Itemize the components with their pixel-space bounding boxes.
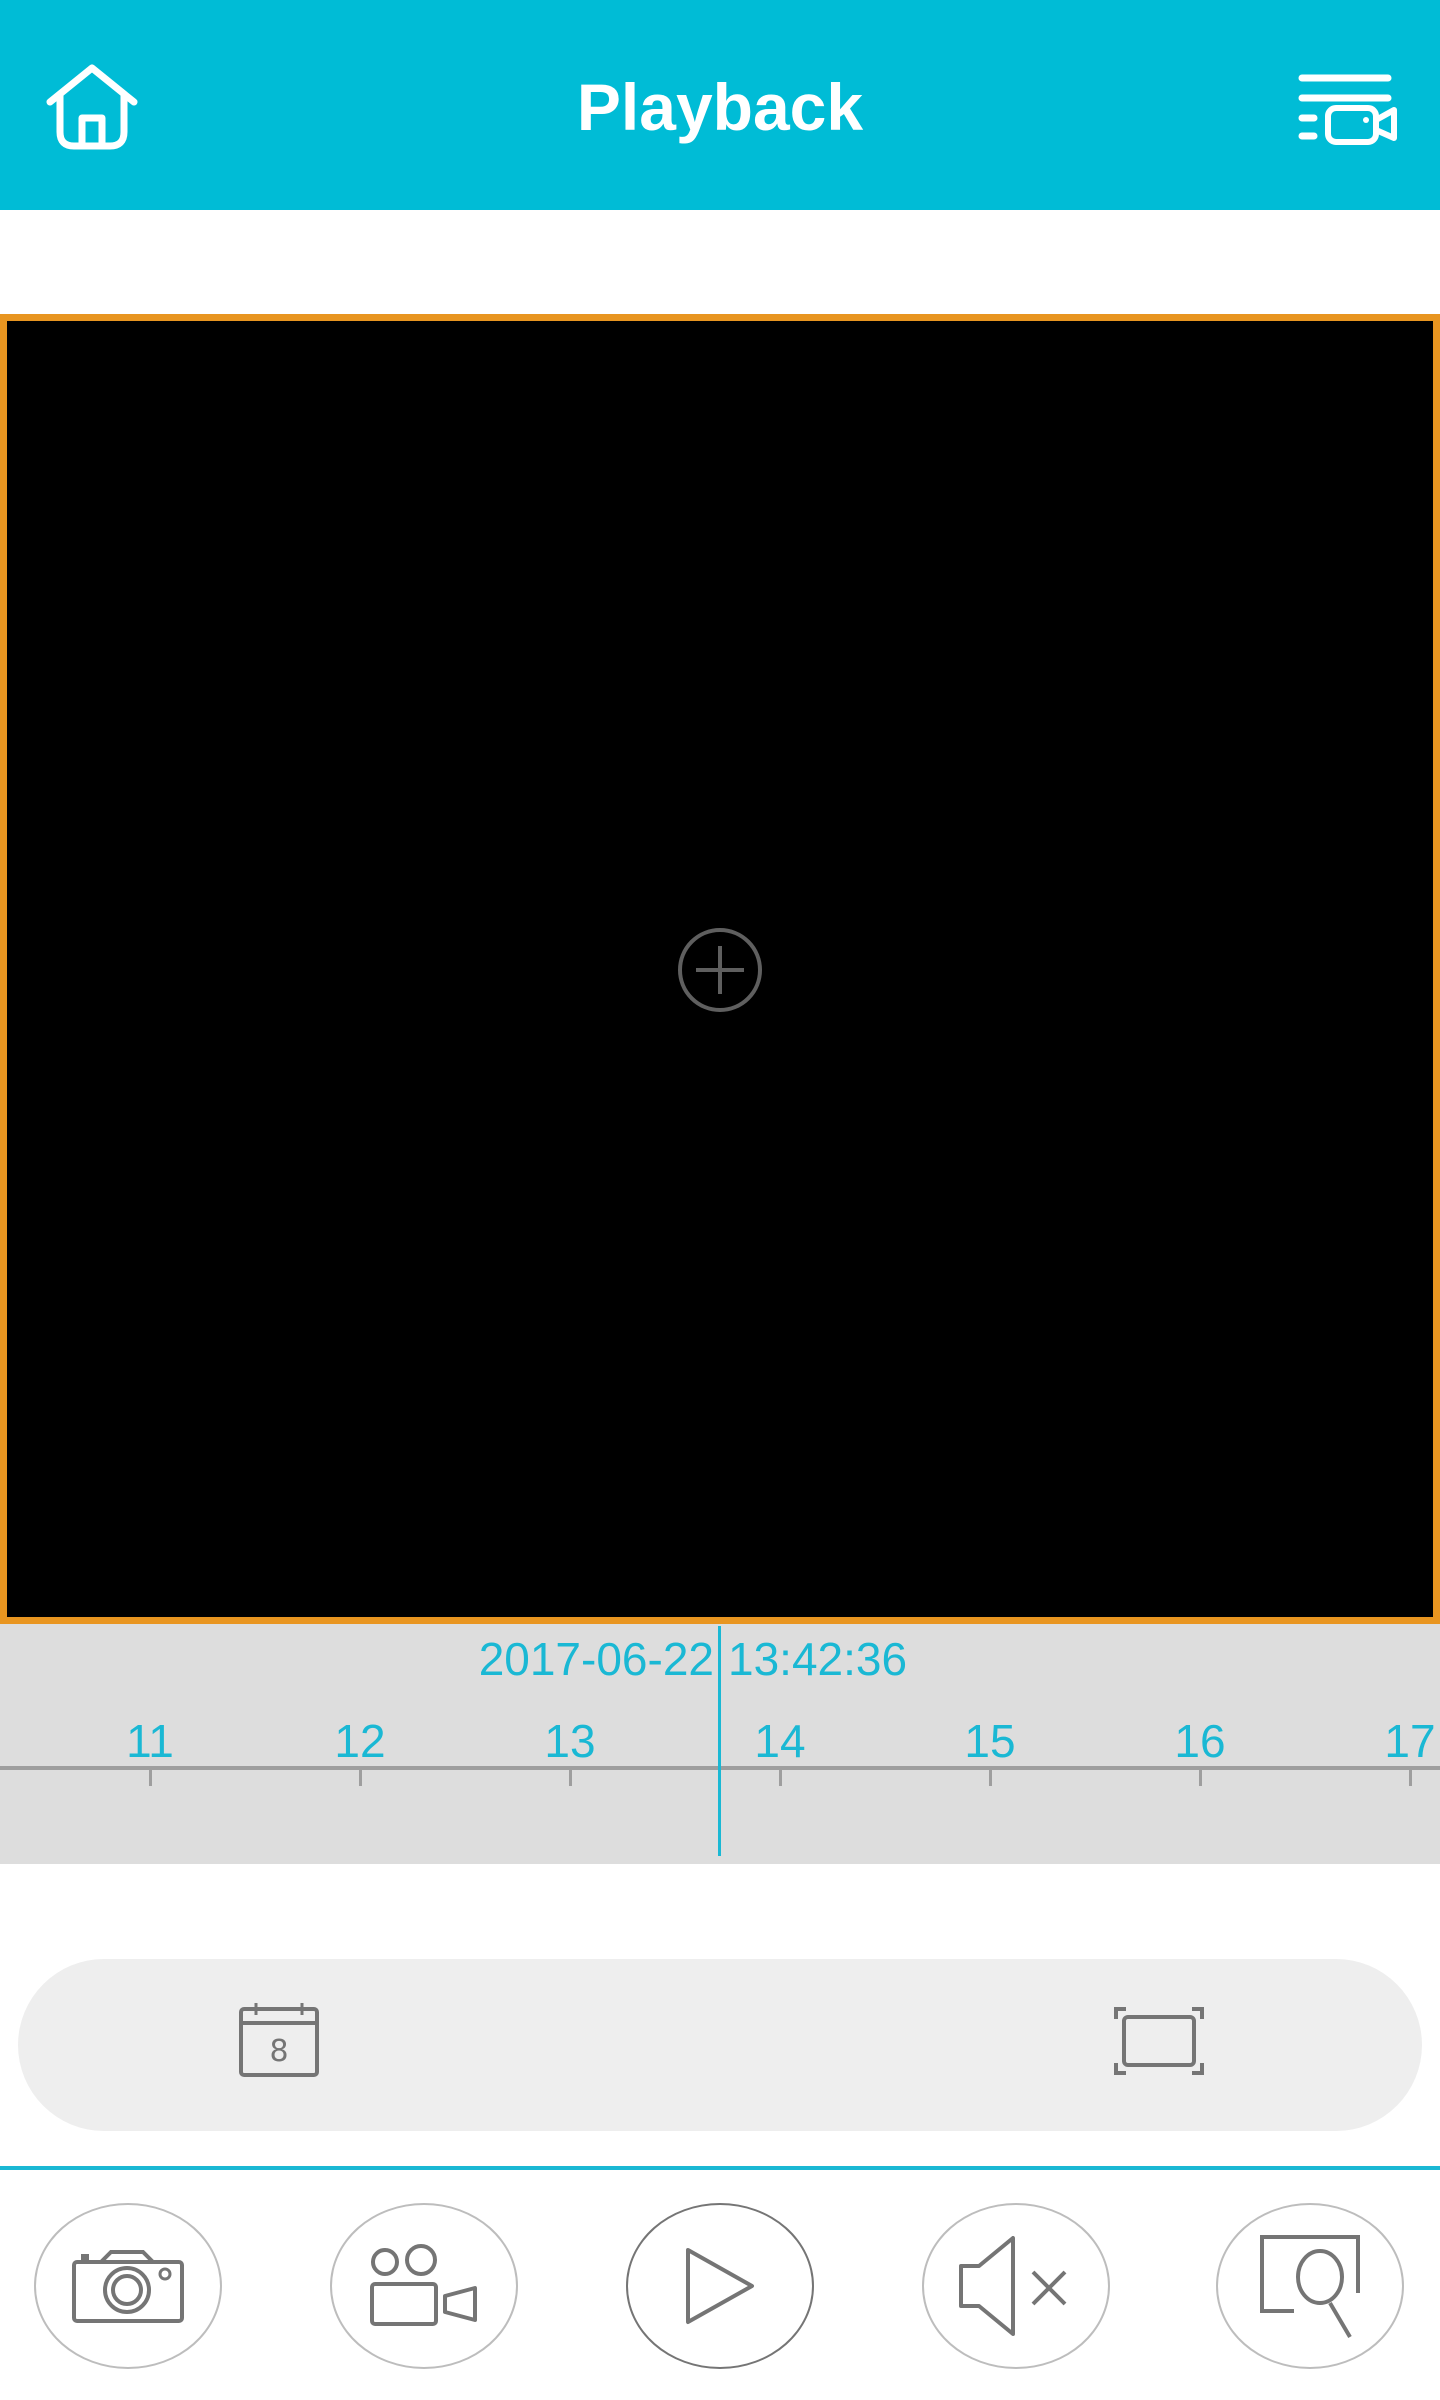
timeline-hour-label: 13 <box>544 1715 596 1767</box>
play-button[interactable] <box>626 2203 814 2369</box>
timeline-hour-label: 15 <box>964 1715 1016 1767</box>
calendar-day: 8 <box>269 2034 288 2069</box>
timeline-tick <box>1409 1770 1412 1786</box>
calendar-icon[interactable]: 8 <box>238 2001 320 2079</box>
playback-list-camera-icon[interactable] <box>1298 72 1398 146</box>
timeline-hour-label: 12 <box>334 1715 386 1767</box>
timeline-time: 13:42:36 <box>728 1633 908 1685</box>
camera-icon <box>72 2250 184 2323</box>
snapshot-button[interactable] <box>34 2203 222 2369</box>
timeline-tick <box>1199 1770 1202 1786</box>
search-button[interactable] <box>1216 2203 1404 2369</box>
timeline-date: 2017-06-22 <box>478 1633 714 1685</box>
mute-button[interactable] <box>922 2203 1110 2369</box>
timeline-tick <box>779 1770 782 1786</box>
timeline-tick <box>359 1770 362 1786</box>
timeline-cursor[interactable] <box>718 1626 721 1856</box>
page-title: Playback <box>576 70 864 144</box>
timeline-hour-label: 17 <box>1384 1715 1436 1767</box>
controls-divider <box>0 2166 1440 2170</box>
timeline-hour-label: 14 <box>754 1715 806 1767</box>
video-record-icon <box>370 2244 477 2326</box>
record-button[interactable] <box>330 2203 518 2369</box>
playback-toolbar: 8 <box>18 1959 1422 2131</box>
timeline-hour-label: 16 <box>1174 1715 1226 1767</box>
speaker-muted-icon <box>959 2236 1067 2336</box>
timeline-scrubber[interactable]: 2017-06-22 13:42:36 11 12 13 14 15 16 17 <box>0 1624 1440 1864</box>
timeline-hour-label: 11 <box>126 1715 174 1767</box>
play-icon <box>686 2248 754 2324</box>
timeline-tick <box>569 1770 572 1786</box>
timeline-tick <box>989 1770 992 1786</box>
timeline-tick <box>149 1770 152 1786</box>
fullscreen-icon[interactable] <box>1114 2007 1204 2075</box>
app-header: Playback <box>0 0 1440 210</box>
add-channel-icon[interactable] <box>676 926 764 1014</box>
zoom-search-icon <box>1260 2235 1360 2339</box>
